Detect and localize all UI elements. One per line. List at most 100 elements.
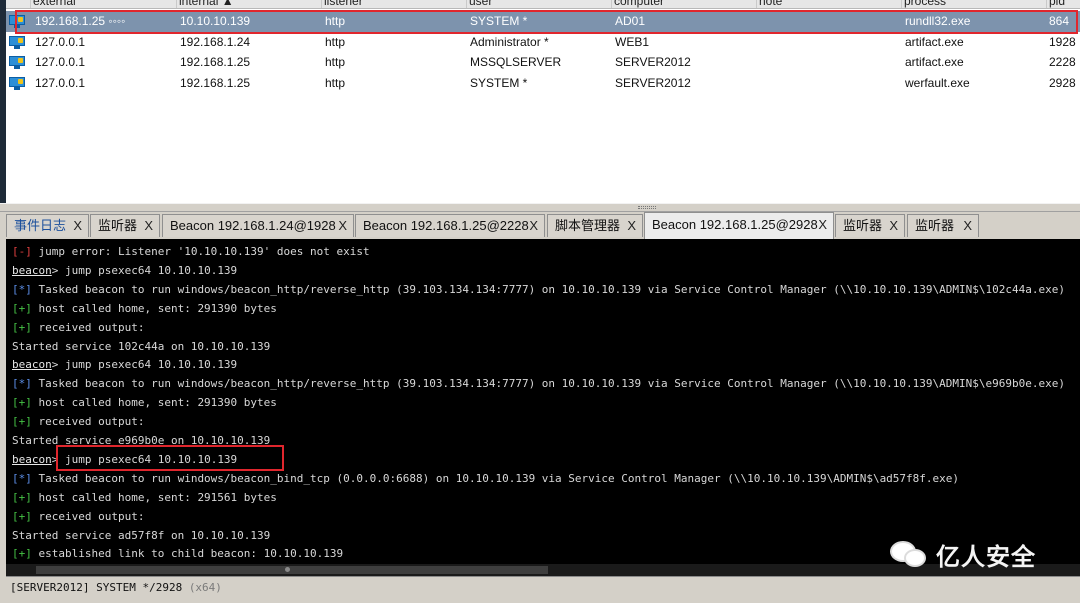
- table-row[interactable]: 127.0.0.1 192.168.1.24 http Administrato…: [6, 32, 1080, 53]
- tab-bar: 事件日志 X 监听器 X Beacon 192.168.1.24@1928 X …: [0, 212, 1080, 239]
- table-header: external internal ▲ listener user comput…: [6, 0, 1080, 9]
- cell-listener: http: [325, 14, 346, 28]
- tab-label: Beacon 192.168.1.25@2228: [363, 218, 529, 233]
- console-line: [*] Tasked beacon to run windows/beacon_…: [12, 280, 1065, 299]
- console-line: [+] received output:: [12, 507, 144, 526]
- tab-label: Beacon 192.168.1.24@1928: [170, 218, 336, 233]
- cell-listener: http: [325, 76, 346, 90]
- cell-external: 127.0.0.1: [35, 76, 86, 90]
- column-header-process[interactable]: process: [901, 0, 946, 8]
- tab-close-icon[interactable]: X: [818, 213, 827, 236]
- success-tag: [+]: [12, 547, 32, 560]
- console-line: [+] host called home, sent: 291390 bytes: [12, 393, 277, 412]
- cell-internal: 192.168.1.25: [180, 55, 251, 69]
- tab-close-icon[interactable]: X: [529, 215, 538, 237]
- success-tag: [+]: [12, 321, 32, 334]
- console-text: Tasked beacon to run windows/beacon_http…: [31, 377, 1065, 390]
- task-tag: [*]: [12, 472, 32, 485]
- console-text: received output:: [31, 321, 145, 334]
- beacon-computer-icon: [9, 36, 25, 49]
- tab-close-icon[interactable]: X: [627, 215, 636, 237]
- splitter-grip-icon[interactable]: [638, 206, 656, 209]
- cell-computer: SERVER2012: [615, 55, 691, 69]
- column-header-computer[interactable]: computer: [611, 0, 664, 8]
- console-text: > jump psexec64 10.10.10.139: [51, 358, 238, 371]
- console-line: Started service 102c44a on 10.10.10.139: [12, 337, 270, 356]
- column-header-internal[interactable]: internal ▲: [176, 0, 234, 8]
- cell-external: 127.0.0.1: [35, 35, 86, 49]
- tab-label: 脚本管理器: [555, 218, 621, 233]
- console-text: jump error: Listener '10.10.10.139' does…: [31, 245, 370, 258]
- cell-computer: SERVER2012: [615, 76, 691, 90]
- success-tag: [+]: [12, 396, 32, 409]
- console-text: host called home, sent: 291390 bytes: [31, 302, 277, 315]
- tab-label: 监听器: [915, 218, 955, 233]
- cell-user: SYSTEM *: [470, 76, 528, 90]
- cell-process: artifact.exe: [905, 35, 964, 49]
- beacon-computer-icon: [9, 77, 25, 90]
- beacon-computer-icon: [9, 15, 25, 28]
- tab-event-log[interactable]: 事件日志 X: [6, 214, 89, 237]
- column-header-user[interactable]: user: [466, 0, 492, 8]
- column-header-listener[interactable]: listener: [321, 0, 363, 8]
- cell-user: Administrator *: [470, 35, 549, 49]
- pane-splitter[interactable]: [0, 203, 1080, 212]
- tab-label: 事件日志: [14, 218, 67, 233]
- cell-pid: 1928: [1049, 35, 1076, 49]
- cell-internal: 192.168.1.24: [180, 35, 251, 49]
- console-line: beacon> jump psexec64 10.10.10.139: [12, 450, 237, 469]
- tab-close-icon[interactable]: X: [73, 215, 82, 237]
- console-text: Started service 102c44a on 10.10.10.139: [12, 340, 271, 353]
- console-text: Started service e969b0e on 10.10.10.139: [12, 434, 271, 447]
- tab-close-icon[interactable]: X: [144, 215, 153, 237]
- cell-user: MSSQLSERVER: [470, 55, 562, 69]
- column-header-external[interactable]: external: [30, 0, 76, 8]
- scrollbar-thumb[interactable]: [36, 566, 548, 574]
- beacon-computer-icon: [9, 56, 25, 69]
- scrollbar-grip-icon: [285, 567, 290, 572]
- tab-close-icon[interactable]: X: [338, 215, 347, 237]
- console-text: > jump psexec64 10.10.10.139: [51, 453, 238, 466]
- cell-pid: 2928: [1049, 76, 1076, 90]
- beacon-prompt: beacon: [12, 264, 52, 277]
- watermark: 亿人安全: [890, 536, 1036, 572]
- beacon-prompt: beacon: [12, 453, 52, 466]
- tab-script-manager[interactable]: 脚本管理器 X: [547, 214, 643, 237]
- success-tag: [+]: [12, 491, 32, 504]
- console-text: received output:: [31, 510, 145, 523]
- error-tag: [-]: [12, 245, 32, 258]
- cell-external: 192.168.1.25 ◦◦◦◦: [35, 14, 126, 28]
- cell-pid: 864: [1049, 14, 1070, 28]
- beacon-table: external internal ▲ listener user comput…: [6, 0, 1080, 203]
- tab-listeners-3[interactable]: 监听器 X: [907, 214, 979, 237]
- table-row[interactable]: 127.0.0.1 192.168.1.25 http MSSQLSERVER …: [6, 52, 1080, 73]
- tab-beacon-1928[interactable]: Beacon 192.168.1.24@1928 X: [162, 214, 354, 237]
- tab-listeners-2[interactable]: 监听器 X: [835, 214, 905, 237]
- column-header-note[interactable]: note: [756, 0, 782, 8]
- console-line: beacon> jump psexec64 10.10.10.139: [12, 355, 237, 374]
- success-tag: [+]: [12, 510, 32, 523]
- console-line: [-] jump error: Listener '10.10.10.139' …: [12, 242, 370, 261]
- console-text: established link to child beacon: 10.10.…: [31, 547, 344, 560]
- cell-internal: 10.10.10.139: [180, 14, 251, 28]
- console-line: [+] host called home, sent: 291390 bytes: [12, 299, 277, 318]
- wechat-icon: [890, 537, 930, 571]
- tab-close-icon[interactable]: X: [963, 215, 972, 237]
- cell-listener: http: [325, 35, 346, 49]
- tab-beacon-2228[interactable]: Beacon 192.168.1.25@2228 X: [355, 214, 545, 237]
- tab-label: Beacon 192.168.1.25@2928: [652, 217, 818, 232]
- cell-process: rundll32.exe: [905, 14, 971, 28]
- cell-pid: 2228: [1049, 55, 1076, 69]
- table-row[interactable]: 192.168.1.25 ◦◦◦◦ 10.10.10.139 http SYST…: [6, 11, 1080, 32]
- console-text: Tasked beacon to run windows/beacon_bind…: [31, 472, 960, 485]
- tab-beacon-2928[interactable]: Beacon 192.168.1.25@2928 X: [644, 212, 834, 239]
- console-text: received output:: [31, 415, 145, 428]
- console-line: Started service ad57f8f on 10.10.10.139: [12, 526, 270, 545]
- column-header-pid[interactable]: pid: [1046, 0, 1065, 8]
- task-tag: [*]: [12, 377, 32, 390]
- tab-listeners[interactable]: 监听器 X: [90, 214, 160, 237]
- table-row[interactable]: 127.0.0.1 192.168.1.25 http SYSTEM * SER…: [6, 73, 1080, 94]
- cell-process: artifact.exe: [905, 55, 964, 69]
- beacon-console[interactable]: [-] jump error: Listener '10.10.10.139' …: [6, 239, 1080, 576]
- tab-close-icon[interactable]: X: [889, 215, 898, 237]
